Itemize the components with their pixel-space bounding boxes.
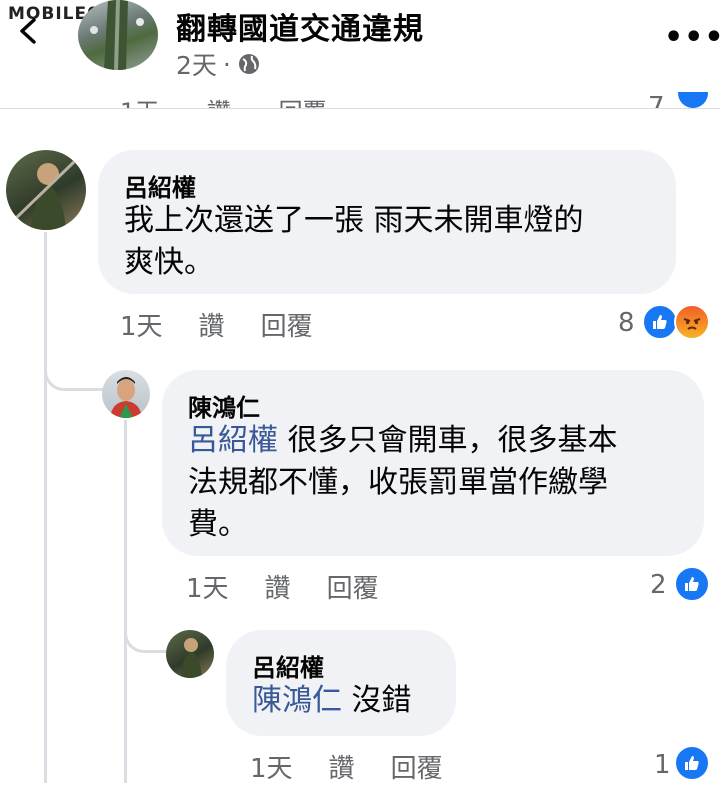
comment-time[interactable]: 1天 (250, 748, 293, 785)
back-arrow-icon[interactable] (14, 16, 44, 46)
like-button[interactable]: 讚 (199, 306, 225, 343)
avatar[interactable] (166, 630, 214, 678)
post-time[interactable]: 2天 (176, 46, 217, 82)
thread-connector (44, 364, 103, 391)
like-icon (674, 745, 710, 781)
like-icon (674, 566, 710, 602)
comment-author[interactable]: 呂紹權 (124, 168, 196, 203)
globe-icon (238, 54, 259, 74)
comment-author[interactable]: 陳鴻仁 (188, 388, 260, 423)
angry-icon (674, 304, 710, 340)
previous-comment-actions: 1天 讚 回覆 (120, 92, 367, 108)
comment-actions: 1天 讚 回覆 (186, 568, 415, 605)
mention-link[interactable]: 陳鴻仁 (252, 683, 342, 718)
like-button[interactable]: 讚 (265, 568, 291, 605)
like-icon (642, 304, 678, 340)
comment-time[interactable]: 1天 (186, 568, 229, 605)
comment-text-line: 費。 (188, 507, 248, 542)
comment-text-line: 法規都不懂，收張罰單當作繳學 (188, 465, 608, 500)
previous-reaction-count[interactable]: 7 (648, 92, 665, 108)
thread-line (124, 420, 127, 783)
reaction-count[interactable]: 2 (650, 570, 667, 600)
comment-text-line: 陳鴻仁 沒錯 (252, 683, 412, 718)
comment-author[interactable]: 呂紹權 (252, 648, 324, 683)
thread-line (44, 232, 47, 783)
more-options-icon[interactable]: ••• (664, 20, 720, 55)
thread-connector (124, 626, 167, 653)
comment-actions: 1天 讚 回覆 (120, 306, 349, 343)
reaction-count[interactable]: 1 (654, 750, 671, 780)
avatar[interactable] (6, 150, 86, 230)
avatar[interactable] (102, 370, 150, 418)
post-meta: 2天 · (176, 46, 261, 82)
meta-separator: · (222, 49, 231, 79)
page-avatar[interactable] (78, 0, 158, 70)
reply-button[interactable]: 回覆 (327, 568, 379, 605)
comment-time[interactable]: 1天 (120, 306, 163, 343)
reply-button[interactable]: 回覆 (391, 748, 443, 785)
reaction-count[interactable]: 8 (618, 308, 635, 338)
post-header: MOBILE01 翻轉國道交通違規 2天 · ••• 1天 讚 回覆 7 (0, 0, 720, 109)
like-button[interactable]: 讚 (329, 748, 355, 785)
comment-actions: 1天 讚 回覆 (250, 748, 479, 785)
reply-button[interactable]: 回覆 (261, 306, 313, 343)
page-title[interactable]: 翻轉國道交通違規 (176, 4, 424, 48)
like-icon (678, 92, 708, 108)
comment-text-line: 我上次還送了一張 雨天未開車燈的 (124, 203, 584, 238)
comment-text-line: 呂紹權 很多只會開車，很多基本 (188, 423, 618, 458)
mention-link[interactable]: 呂紹權 (188, 423, 278, 458)
comment-text-line: 爽快。 (124, 245, 214, 280)
